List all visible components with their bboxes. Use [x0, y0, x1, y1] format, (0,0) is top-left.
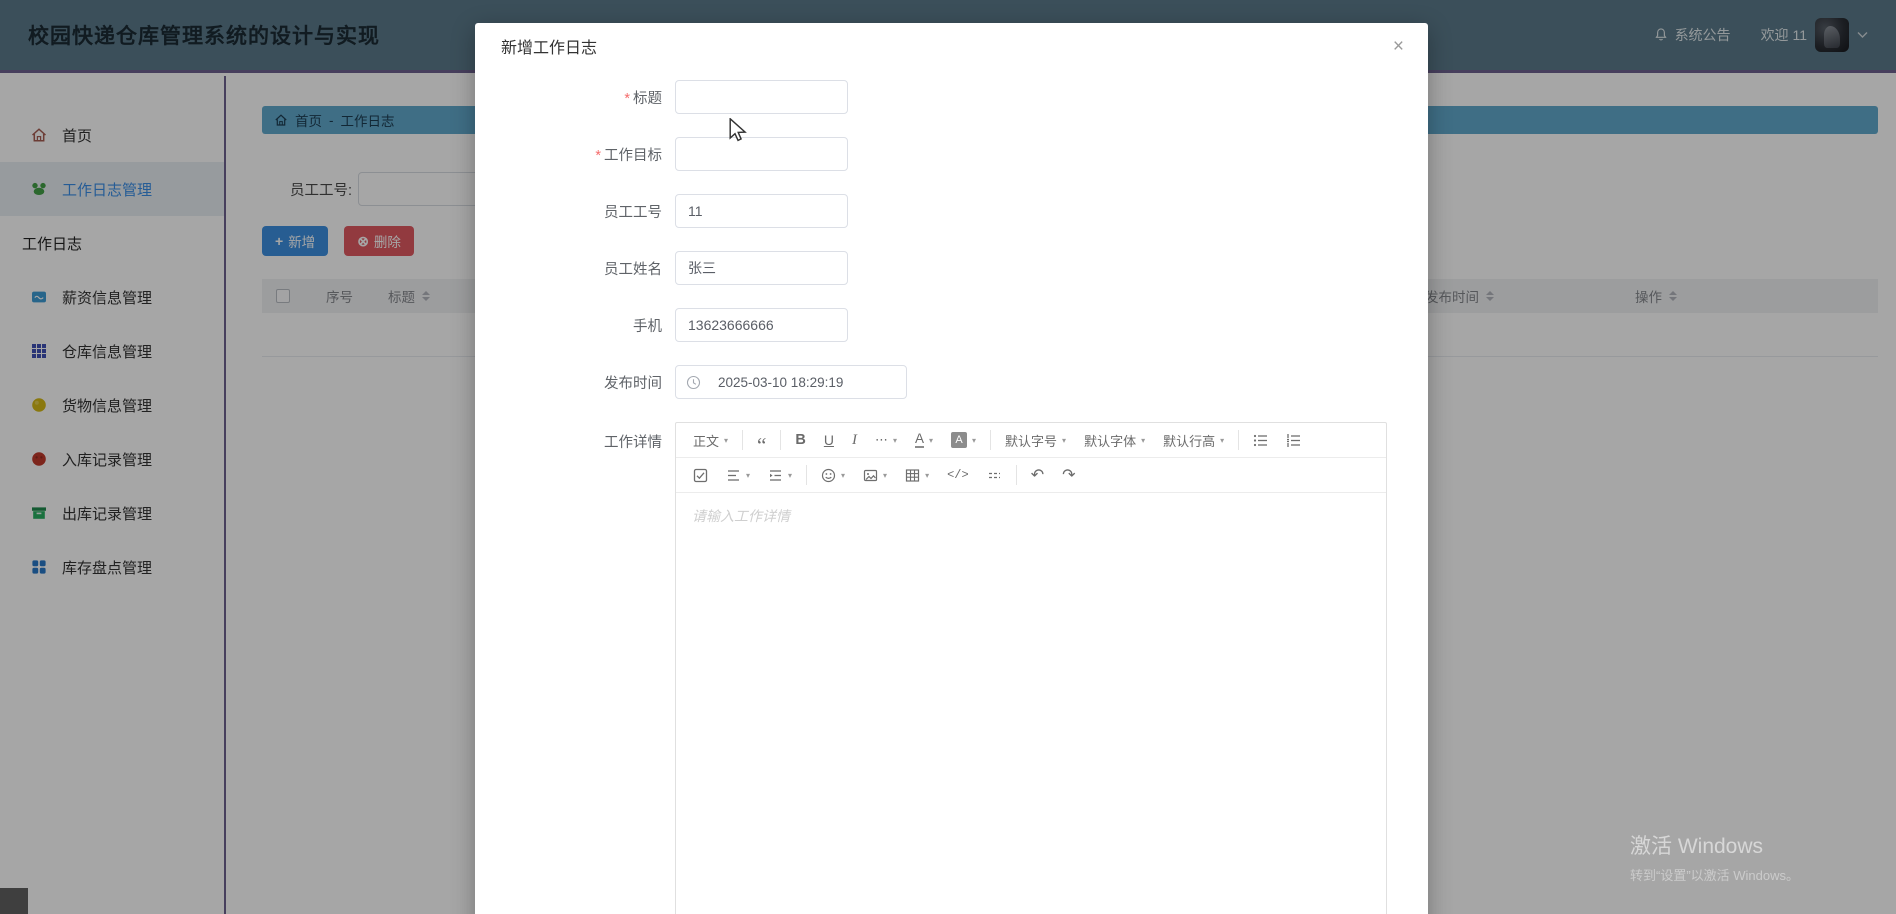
add-worklog-modal: 新增工作日志 × *标题 *工作目标 员工工号 员工姓名 [475, 23, 1428, 914]
editor-toolbar-row1: 正文 ▾ “ B U I ⋯ ▾ A ▾ A ▾ 默认字号 ▾ 默认字体 ▾ 默… [676, 423, 1386, 458]
toolbar-separator [780, 430, 782, 450]
chevron-down-icon: ▾ [929, 435, 934, 445]
redo-button[interactable]: ↷ [1053, 458, 1084, 492]
chevron-down-icon: ▾ [841, 470, 846, 480]
toolbar-separator [1015, 465, 1017, 485]
phone-input[interactable] [675, 308, 848, 342]
bullet-list-icon [1254, 434, 1268, 446]
employee-name-input[interactable] [675, 251, 848, 285]
line-height-button[interactable]: 默认行高 ▾ [1154, 423, 1233, 457]
undo-button[interactable]: ↶ [1022, 458, 1053, 492]
modal-title: 新增工作日志 [501, 40, 598, 57]
chevron-down-icon: ▾ [925, 470, 930, 480]
ellipsis-icon: ⋯ [874, 432, 888, 447]
underline-icon: U [823, 432, 834, 448]
table-button[interactable]: ▾ [896, 458, 938, 492]
chevron-down-icon: ▾ [972, 435, 977, 445]
bold-icon: B [795, 432, 806, 448]
goal-label: 工作目标 [604, 147, 662, 164]
redo-icon: ↷ [1062, 467, 1076, 484]
screen: 校园快递仓库管理系统的设计与实现 系统公告 欢迎 11 首页 工作日志管理 工作… [0, 0, 1896, 914]
font-color-button[interactable]: A ▾ [906, 423, 942, 457]
publish-time-picker[interactable]: 2025-03-10 18:29:19 [675, 365, 907, 399]
blockquote-button[interactable]: “ [748, 423, 775, 457]
form-row-employee-name: 员工姓名 [475, 251, 1428, 285]
bg-color-icon: A [951, 432, 968, 448]
image-button[interactable]: ▾ [854, 458, 896, 492]
close-icon[interactable]: × [1393, 37, 1404, 56]
todo-list-button[interactable] [684, 458, 717, 492]
chevron-down-icon: ▾ [883, 470, 888, 480]
form-row-goal: * 工作目标 [475, 137, 1428, 171]
image-icon [863, 469, 878, 481]
chevron-down-icon: ▾ [746, 470, 751, 480]
editor-toolbar-row2: ▾ ▾ ▾ ▾ ▾ </> ↶ ↷ [676, 458, 1386, 493]
chevron-down-icon: ▾ [1220, 435, 1225, 445]
font-family-button[interactable]: 默认字体 ▾ [1075, 423, 1154, 457]
chevron-down-icon: ▾ [724, 435, 729, 445]
form-row-phone: 手机 [475, 308, 1428, 342]
code-icon: </> [947, 468, 969, 482]
font-size-button[interactable]: 默认字号 ▾ [996, 423, 1075, 457]
table-icon [905, 468, 920, 482]
more-styles-button[interactable]: ⋯ ▾ [866, 423, 906, 457]
editor-placeholder: 请输入工作详情 [692, 508, 790, 524]
title-input[interactable] [675, 80, 848, 114]
windows-watermark: 激活 Windows 转到“设置”以激活 Windows。 [1630, 835, 1800, 883]
font-color-icon: A [914, 431, 924, 448]
detail-label: 工作详情 [604, 435, 662, 451]
chevron-down-icon: ▾ [892, 435, 897, 445]
form-row-employee-id: 员工工号 [475, 194, 1428, 228]
toolbar-separator [742, 430, 744, 450]
quote-icon: “ [757, 432, 767, 457]
toolbar-separator [806, 465, 808, 485]
bullet-list-button[interactable] [1244, 423, 1277, 457]
employee-id-input[interactable] [675, 194, 848, 228]
phone-label: 手机 [633, 318, 662, 335]
chevron-down-icon: ▾ [788, 470, 793, 480]
employee-id-label: 员工工号 [604, 204, 662, 221]
rich-text-editor: 正文 ▾ “ B U I ⋯ ▾ A ▾ A ▾ 默认字号 ▾ 默认字体 ▾ 默… [675, 422, 1387, 914]
ordered-list-icon [1287, 433, 1301, 447]
indent-icon [770, 469, 782, 481]
modal-form: *标题 *工作目标 员工工号 员工姓名 手机 [475, 80, 1428, 914]
publish-time-value: 2025-03-10 18:29:19 [718, 374, 844, 390]
italic-icon: I [851, 431, 857, 448]
divider-button[interactable] [978, 458, 1011, 492]
editor-content-area[interactable]: 请输入工作详情 [676, 493, 1386, 914]
bg-color-button[interactable]: A ▾ [942, 423, 985, 457]
underline-button[interactable]: U [815, 423, 843, 457]
italic-button[interactable]: I [843, 423, 866, 457]
align-button[interactable]: ▾ [717, 458, 759, 492]
form-row-publish-time: 发布时间 2025-03-10 18:29:19 [475, 365, 1428, 399]
publish-time-label: 发布时间 [604, 375, 662, 392]
emoji-icon [821, 468, 836, 482]
checkbox-icon [693, 468, 708, 482]
emoji-button[interactable]: ▾ [812, 458, 854, 492]
title-label: 标题 [633, 90, 662, 107]
required-mark: * [595, 147, 601, 164]
code-button[interactable]: </> [938, 458, 978, 492]
toolbar-separator [1238, 430, 1240, 450]
employee-name-label: 员工姓名 [604, 261, 662, 278]
indent-button[interactable]: ▾ [759, 458, 801, 492]
required-mark: * [624, 90, 630, 107]
chevron-down-icon: ▾ [1062, 435, 1067, 445]
align-icon [728, 469, 739, 481]
form-row-title: * 标题 [475, 80, 1428, 114]
form-row-detail: 工作详情 正文 ▾ “ B U I ⋯ ▾ A ▾ A ▾ 默认字号 ▾ 默认字… [475, 422, 1428, 914]
goal-input[interactable] [675, 137, 848, 171]
chevron-down-icon: ▾ [1141, 435, 1146, 445]
divider-icon [988, 472, 1000, 478]
paragraph-style-button[interactable]: 正文 ▾ [684, 423, 737, 457]
undo-icon: ↶ [1030, 467, 1045, 484]
ordered-list-button[interactable] [1277, 423, 1310, 457]
toolbar-separator [990, 430, 992, 450]
clock-icon [686, 375, 701, 389]
bold-button[interactable]: B [786, 423, 814, 457]
